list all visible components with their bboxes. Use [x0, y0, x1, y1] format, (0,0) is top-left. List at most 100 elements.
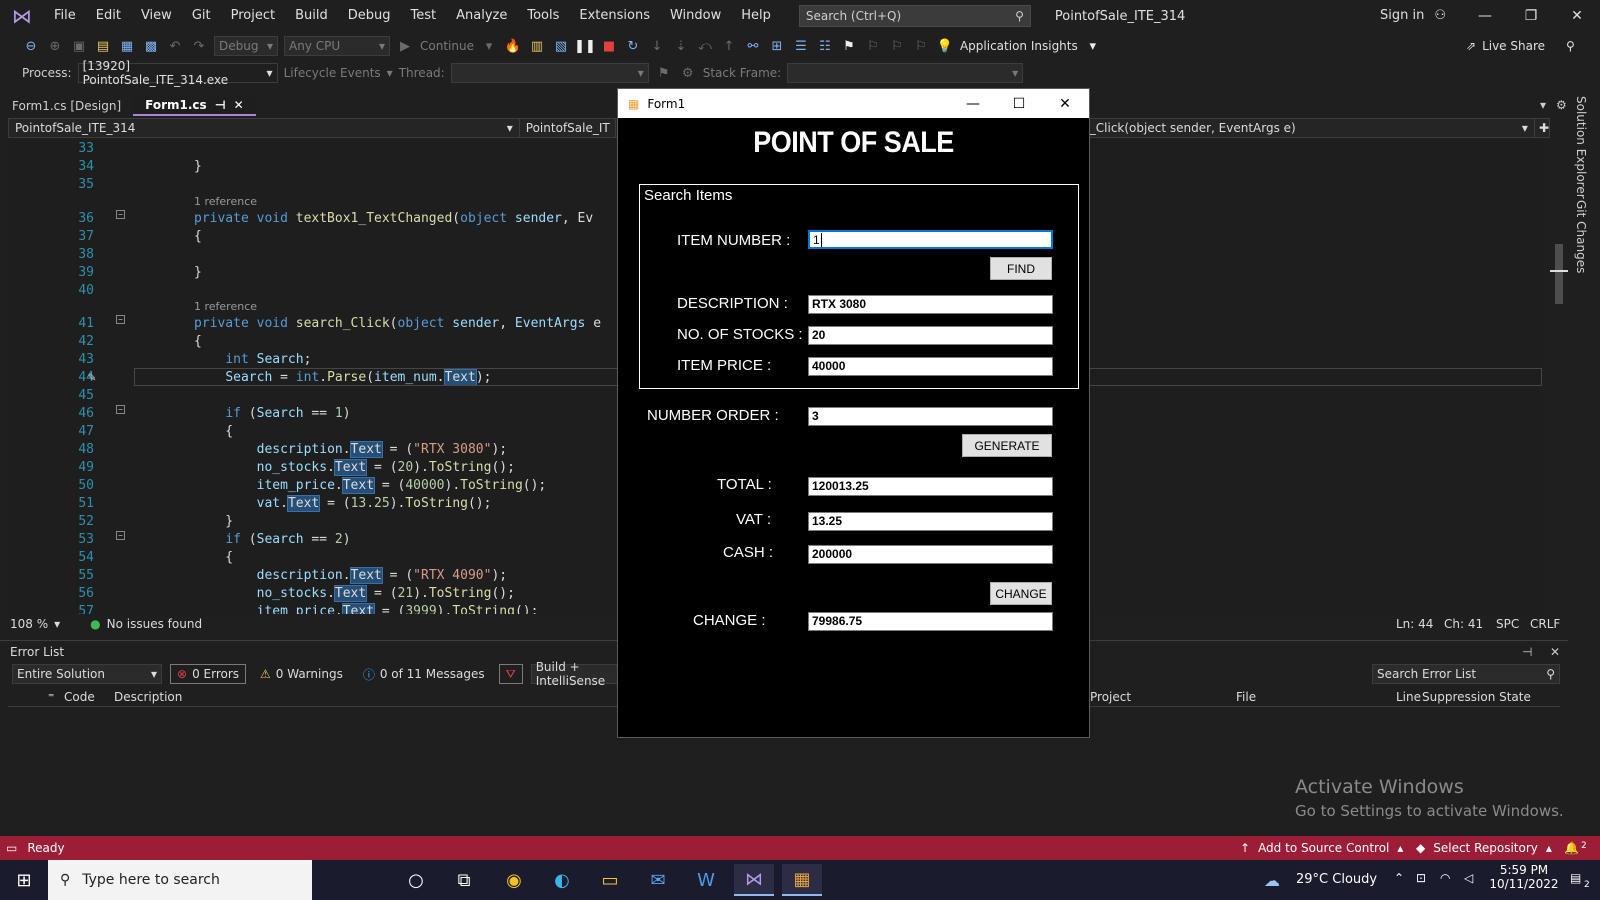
menu-git[interactable]: Git	[182, 0, 221, 32]
platform-select[interactable]: Any CPU ▾	[284, 36, 390, 56]
hot-reload-icon[interactable]: 🔥	[504, 37, 522, 55]
menu-project[interactable]: Project	[221, 0, 285, 32]
wifi-icon[interactable]: ◠	[1440, 871, 1450, 885]
find-button[interactable]: FIND	[990, 257, 1052, 280]
step-over-icon[interactable]: ⇣	[672, 37, 690, 55]
add-to-source-control-button[interactable]: ↑ Add to Source Control ▴	[1240, 841, 1403, 855]
settings-icon[interactable]: ⚙	[1556, 98, 1567, 112]
git-changes-tab[interactable]: Git Changes	[1574, 200, 1588, 273]
new-project-icon[interactable]: ▣	[70, 37, 88, 55]
form-close-button[interactable]: ✕	[1042, 89, 1088, 118]
close-icon[interactable]: ✕	[234, 98, 244, 112]
open-folder-icon[interactable]: ▤	[94, 37, 112, 55]
column-file[interactable]: File	[1236, 690, 1256, 704]
notifications-button[interactable]: 🔔 2	[1564, 841, 1587, 855]
ide-search-input[interactable]: Search (Ctrl+Q) ⚲	[798, 5, 1031, 27]
next-bookmark-icon[interactable]: ⚐	[888, 37, 906, 55]
stocks-input[interactable]: 20	[808, 326, 1053, 345]
network-icon[interactable]: ⊡	[1416, 871, 1426, 885]
visual-studio-logo-icon[interactable]: ⋈	[0, 0, 44, 32]
flag-icon[interactable]: ⚑	[655, 64, 673, 82]
step-out-icon[interactable]: ↑	[720, 37, 738, 55]
tab-form1-cs[interactable]: Form1.cs ⊣ ✕	[133, 96, 256, 116]
menu-build[interactable]: Build	[285, 0, 338, 32]
stack-frame-select[interactable]: ▾	[787, 63, 1024, 83]
column-status[interactable]: Ch: 41	[1444, 617, 1483, 631]
menu-help[interactable]: Help	[731, 0, 781, 32]
output-icon[interactable]: ▭	[6, 841, 17, 855]
error-scope-select[interactable]: Entire Solution ▾	[12, 664, 162, 684]
error-list-search-input[interactable]: Search Error List ⚲	[1372, 664, 1560, 684]
taskbar-search-input[interactable]: ⚲ Type here to search	[48, 860, 312, 900]
tab-list-icon[interactable]: ▾	[1540, 98, 1546, 112]
task-view-icon[interactable]: ⧉	[444, 864, 484, 896]
split-editor-icon[interactable]: ✚	[1539, 121, 1549, 135]
word-icon[interactable]: W	[686, 864, 726, 896]
clear-bookmarks-icon[interactable]: ⚐	[912, 37, 930, 55]
show-threads-icon[interactable]: ⊞	[768, 37, 786, 55]
menu-window[interactable]: Window	[660, 0, 731, 32]
column-description[interactable]: Description	[114, 690, 182, 704]
chevron-down-icon[interactable]: ▾	[480, 37, 498, 55]
bookmark-icon[interactable]: ⚑	[840, 37, 858, 55]
messages-filter-button[interactable]: ⓘ 0 of 11 Messages	[357, 664, 491, 684]
edge-icon[interactable]: ◐	[542, 864, 582, 896]
solution-explorer-tab[interactable]: Solution Explorer	[1574, 96, 1588, 199]
column-code[interactable]: Code	[64, 690, 95, 704]
description-input[interactable]: RTX 3080	[808, 295, 1053, 314]
pin-icon[interactable]: ⊣	[1522, 645, 1532, 659]
item-number-input[interactable]: 1	[808, 230, 1053, 249]
feedback-icon[interactable]: ⚲	[1566, 39, 1575, 53]
column-line[interactable]: Line	[1396, 690, 1421, 704]
continue-button[interactable]: Continue	[420, 39, 474, 53]
process-select[interactable]: [13920] PointofSale_ITE_314.exe ▾	[77, 59, 278, 87]
menu-debug[interactable]: Debug	[338, 0, 401, 32]
configuration-select[interactable]: Debug ▾	[214, 36, 278, 56]
editor-vertical-scrollbar[interactable]	[1550, 140, 1568, 614]
comment-icon[interactable]: ☰	[792, 37, 810, 55]
column-suppression-state[interactable]: Suppression State	[1422, 690, 1531, 704]
tab-form1-design[interactable]: Form1.cs [Design]	[0, 96, 133, 116]
vat-input[interactable]: 13.25	[808, 512, 1053, 531]
close-icon[interactable]: ✕	[1550, 645, 1560, 659]
undo-icon[interactable]: ↶	[166, 37, 184, 55]
action-center-icon[interactable]: ▤	[1570, 871, 1581, 885]
save-all-icon[interactable]: ▩	[142, 37, 160, 55]
sign-in-button[interactable]: Sign in ⚇	[1380, 0, 1446, 32]
clock[interactable]: 5:59 PM 10/11/2022	[1482, 863, 1566, 891]
pin-icon[interactable]: ⊣	[215, 98, 226, 112]
cortana-icon[interactable]: ○	[396, 864, 436, 896]
menu-view[interactable]: View	[131, 0, 182, 32]
column-project[interactable]: Project	[1090, 690, 1131, 704]
scroll-thumb[interactable]	[1555, 244, 1563, 304]
redo-icon[interactable]: ↷	[190, 37, 208, 55]
build-filter-select[interactable]: Build + IntelliSense	[530, 660, 631, 688]
menu-test[interactable]: Test	[401, 0, 447, 32]
change-button[interactable]: CHANGE	[990, 582, 1052, 605]
select-repository-button[interactable]: ◆ Select Repository ▴	[1416, 841, 1552, 855]
menu-analyze[interactable]: Analyze	[446, 0, 517, 32]
thread-filter-icon[interactable]: ⚙	[679, 64, 697, 82]
total-input[interactable]: 120013.25	[808, 477, 1053, 496]
continue-icon[interactable]: ▶	[396, 37, 414, 55]
menu-extensions[interactable]: Extensions	[569, 0, 660, 32]
live-share-button[interactable]: ⇗ Live Share	[1466, 39, 1545, 53]
visual-studio-icon[interactable]: ⋈	[734, 864, 774, 896]
navigate-forward-icon[interactable]: ⊕	[46, 37, 64, 55]
errors-filter-button[interactable]: ⊗ 0 Errors	[170, 664, 247, 684]
close-button[interactable]: ✕	[1554, 0, 1600, 32]
browse-icon[interactable]: ▥	[528, 37, 546, 55]
weather-status[interactable]: 29°C Cloudy	[1296, 872, 1377, 887]
cash-input[interactable]: 200000	[808, 545, 1053, 564]
filter-icon[interactable]: ⛛	[498, 664, 523, 684]
chevron-down-icon[interactable]: ▾	[54, 617, 60, 631]
navigate-back-icon[interactable]: ⊖	[22, 37, 40, 55]
form1-app-icon[interactable]: ▦	[782, 864, 822, 896]
step-into-icon[interactable]: ↓	[648, 37, 666, 55]
sort-icon[interactable]: ⁼	[48, 690, 54, 704]
chevron-down-icon[interactable]: ▾	[1084, 37, 1102, 55]
volume-icon[interactable]: ◁	[1464, 871, 1473, 885]
whitespace-status[interactable]: SPC	[1496, 617, 1519, 631]
lifecycle-events-button[interactable]: Lifecycle Events	[284, 66, 381, 80]
generate-button[interactable]: GENERATE	[962, 434, 1052, 457]
